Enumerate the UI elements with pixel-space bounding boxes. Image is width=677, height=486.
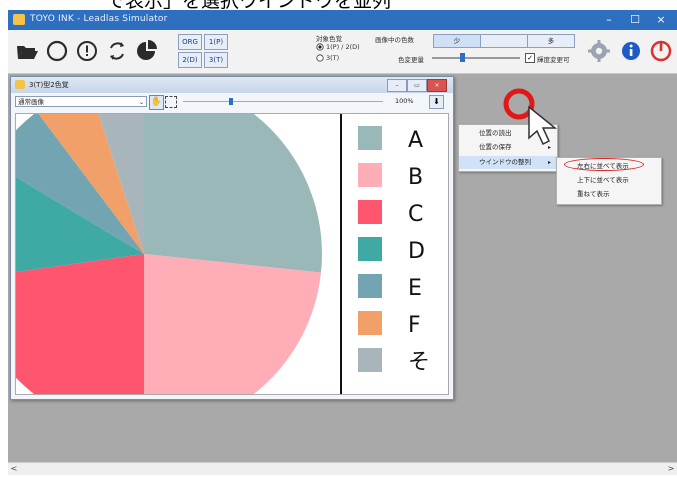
info-icon[interactable] bbox=[618, 38, 644, 64]
horizontal-scrollbar[interactable]: < > bbox=[8, 462, 677, 475]
child-minimize-button[interactable]: – bbox=[387, 79, 407, 92]
zoom-slider-thumb[interactable] bbox=[229, 98, 233, 105]
org-button[interactable]: ORG bbox=[178, 34, 202, 50]
image-mode-select[interactable]: 通常画像 ⌄ bbox=[15, 96, 147, 107]
legend-label-3: C bbox=[408, 202, 423, 227]
hand-tool-icon[interactable]: ✋ bbox=[149, 95, 164, 110]
window-icon bbox=[15, 80, 25, 89]
download-icon[interactable]: ⬇ bbox=[429, 95, 444, 109]
colorchange-slider-thumb[interactable] bbox=[460, 53, 465, 62]
click-indicator-icon bbox=[503, 88, 558, 146]
zoom-value: 100% bbox=[395, 97, 414, 105]
brightness-checkbox[interactable]: ✓ bbox=[525, 53, 535, 63]
legend-swatch-1 bbox=[358, 126, 382, 150]
scroll-left-icon[interactable]: < bbox=[8, 463, 20, 475]
radio-pd-label: 1(P) / 2(D) bbox=[326, 43, 360, 51]
legend-swatch-5 bbox=[358, 274, 382, 298]
legend-swatch-2 bbox=[358, 163, 382, 187]
legend-swatch-6 bbox=[358, 311, 382, 335]
few-colors-button[interactable]: 少 bbox=[433, 34, 481, 48]
folder-open-icon[interactable] bbox=[14, 38, 40, 64]
app-logo-icon bbox=[13, 14, 25, 25]
legend-label-1: A bbox=[408, 128, 423, 153]
image-window-titlebar[interactable]: 3(T)型2色覚 – ▭ × bbox=[11, 77, 453, 93]
image-canvas: ABCDEFそ bbox=[15, 113, 449, 395]
many-colors-button[interactable]: 多 bbox=[527, 34, 575, 48]
radio-t-label: 3(T) bbox=[326, 54, 340, 62]
pie-slice-1 bbox=[144, 114, 322, 273]
legend-label-7: そ bbox=[408, 350, 430, 375]
legend-label-2: B bbox=[408, 165, 423, 190]
radio-t[interactable] bbox=[316, 54, 324, 62]
mid-colors-button[interactable] bbox=[480, 34, 528, 48]
colorchange-slider-track[interactable] bbox=[432, 57, 520, 59]
chevron-down-icon: ⌄ bbox=[138, 99, 144, 106]
minimize-button[interactable]: – bbox=[596, 12, 622, 28]
colormode-label: 対象色覚 bbox=[316, 35, 342, 43]
pie-slice-3 bbox=[16, 254, 144, 394]
image-window-toolbar: 通常画像 ⌄ ✋ 100% ⬇ bbox=[11, 94, 453, 110]
zoom-slider-track[interactable] bbox=[183, 101, 383, 102]
radio-pd[interactable] bbox=[316, 43, 324, 51]
legend-swatch-3 bbox=[358, 200, 382, 224]
colorchange-label: 色変更量 bbox=[398, 56, 424, 64]
maximize-button[interactable]: ☐ bbox=[622, 12, 648, 28]
close-button[interactable]: × bbox=[648, 12, 674, 28]
refresh-icon[interactable] bbox=[104, 38, 130, 64]
image-window: 3(T)型2色覚 – ▭ × 通常画像 ⌄ ✋ 100% ⬇ ABCDEFそ bbox=[10, 76, 454, 400]
circle-icon[interactable] bbox=[44, 38, 70, 64]
menu-item-cascade[interactable]: 重ねて表示 bbox=[557, 188, 661, 201]
power-icon[interactable] bbox=[648, 38, 674, 64]
app-title: TOYO INK - Leadlas Simulator bbox=[30, 14, 168, 24]
alert-circle-icon[interactable] bbox=[74, 38, 100, 64]
pie-chart: ABCDEFそ bbox=[16, 114, 430, 394]
p-button[interactable]: 1(P) bbox=[204, 34, 228, 50]
scroll-right-icon[interactable]: > bbox=[665, 463, 677, 475]
d-button[interactable]: 2(D) bbox=[178, 52, 202, 68]
brightness-checkbox-label: 輝度変更可 bbox=[537, 56, 570, 64]
legend-swatch-4 bbox=[358, 237, 382, 261]
toolbar: ORG 1(P) 2(D) 3(T) 対象色覚 1(P) / 2(D) 3(T)… bbox=[8, 30, 677, 74]
pie-chart-icon[interactable] bbox=[134, 38, 160, 64]
child-maximize-button[interactable]: ▭ bbox=[407, 79, 427, 92]
menu-item-tile-vertical[interactable]: 上下に並べて表示 bbox=[557, 174, 661, 187]
child-close-button[interactable]: × bbox=[427, 79, 447, 92]
highlight-ellipse bbox=[564, 158, 644, 171]
image-mode-value: 通常画像 bbox=[18, 98, 44, 106]
legend-label-5: E bbox=[408, 276, 422, 301]
legend-swatch-7 bbox=[358, 348, 382, 372]
colorcount-label: 画像中の色数 bbox=[375, 36, 414, 44]
legend-label-4: D bbox=[408, 239, 425, 264]
app-titlebar: TOYO INK - Leadlas Simulator – ☐ × bbox=[8, 10, 677, 30]
gear-icon[interactable] bbox=[586, 38, 612, 64]
select-tool-icon[interactable] bbox=[165, 96, 177, 108]
legend-label-6: F bbox=[408, 313, 421, 338]
image-window-title: 3(T)型2色覚 bbox=[29, 81, 69, 89]
t-button[interactable]: 3(T) bbox=[204, 52, 228, 68]
instruction-banner: で表示」を選択ウインドウを並列 bbox=[0, 0, 677, 12]
pie-slice-2 bbox=[144, 254, 321, 394]
